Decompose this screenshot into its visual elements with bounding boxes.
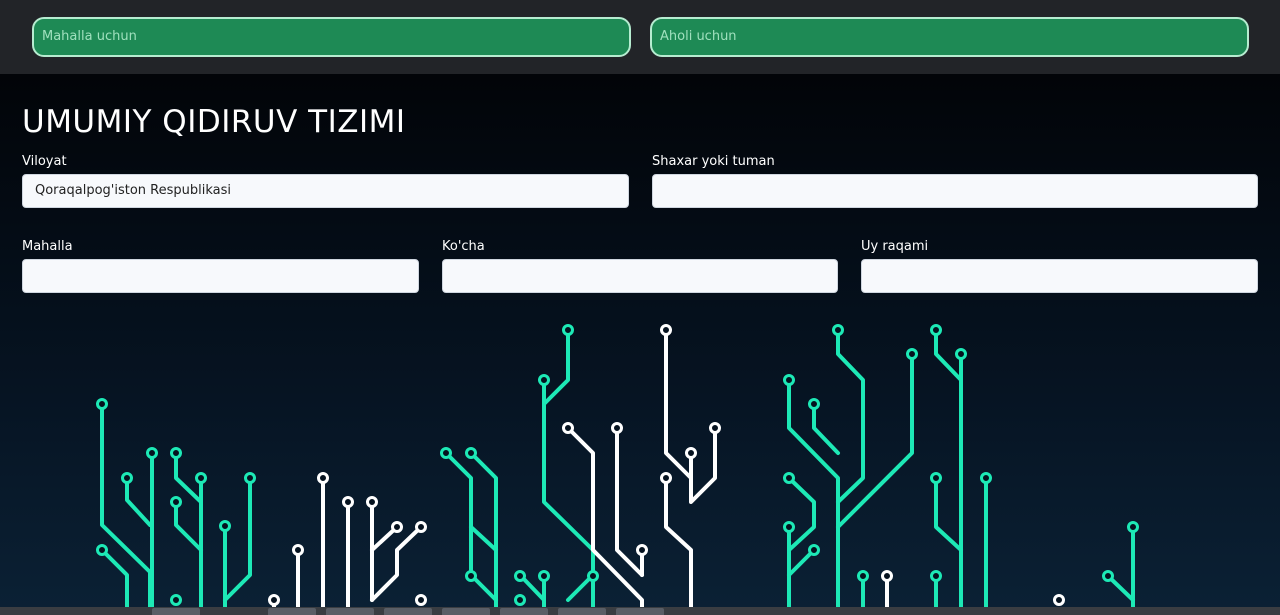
mahalla-uchun-button[interactable]: Mahalla uchun	[32, 17, 631, 57]
top-bar: Mahalla uchun Aholi uchun	[0, 0, 1280, 74]
search-panel: UMUMIY QIDIRUV TIZIMI Viloyat Qoraqalpog…	[0, 74, 1280, 615]
taskbar-app-button[interactable]	[500, 608, 548, 615]
taskbar-app-button[interactable]	[326, 608, 374, 615]
taskbar-app-button[interactable]	[268, 608, 316, 615]
os-taskbar	[0, 607, 1280, 615]
taskbar-app-button[interactable]	[152, 608, 200, 615]
circuit-decoration	[96, 324, 1139, 612]
aholi-uchun-button[interactable]: Aholi uchun	[650, 17, 1249, 57]
taskbar-app-button[interactable]	[558, 608, 606, 615]
taskbar-app-button[interactable]	[384, 608, 432, 615]
taskbar-app-button[interactable]	[442, 608, 490, 615]
taskbar-app-button[interactable]	[616, 608, 664, 615]
